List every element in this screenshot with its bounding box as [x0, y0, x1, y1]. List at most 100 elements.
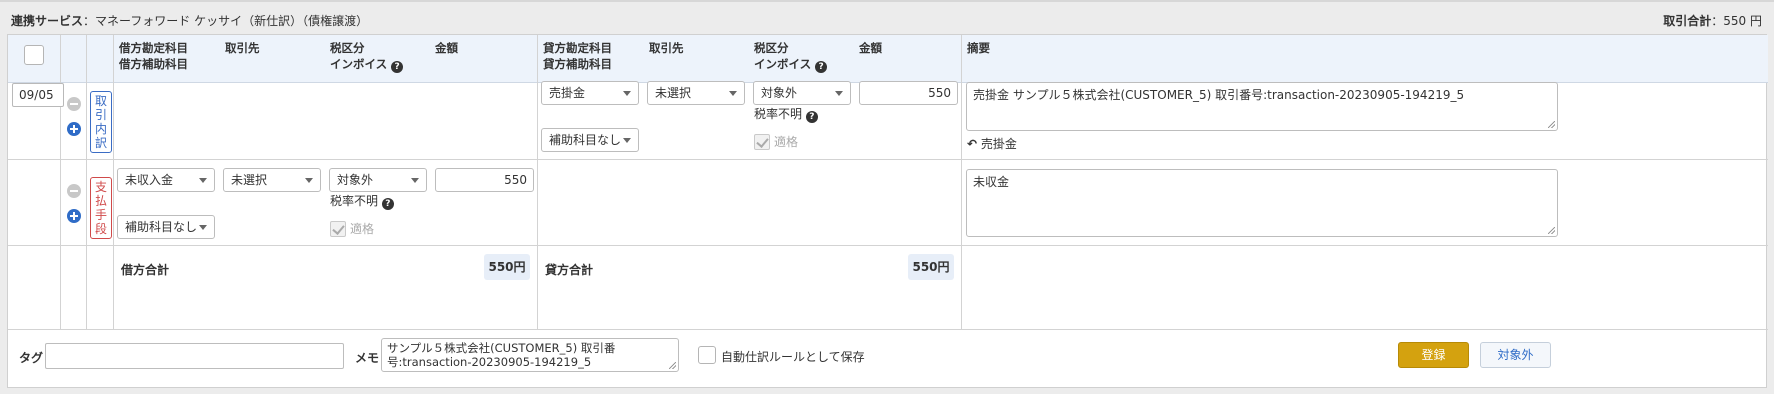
resize-grip-icon[interactable]: [669, 362, 676, 369]
debit-partner-select[interactable]: 未選択: [223, 168, 321, 192]
help-icon[interactable]: ?: [815, 61, 828, 73]
debit-total-value: 550円: [484, 254, 530, 280]
credit-tax-value: 対象外: [761, 86, 798, 100]
column-header: [8, 35, 1768, 83]
date-input[interactable]: 09/05: [12, 83, 64, 107]
divider-badge: [113, 83, 114, 329]
remove-row-icon[interactable]: [67, 184, 81, 198]
memo-label: メモ: [355, 351, 380, 365]
credit-partner-value: 未選択: [655, 86, 692, 100]
chevron-down-icon: [835, 91, 843, 96]
row-type-badge-payment: 支払手段: [90, 177, 112, 239]
credit-account-select[interactable]: 売掛金: [541, 81, 639, 105]
chevron-down-icon: [199, 225, 207, 230]
credit-tax-select[interactable]: 対象外: [753, 81, 851, 105]
header-credit-account: 貸方勘定科目 貸方補助科目: [543, 40, 612, 72]
debit-partner-value: 未選択: [231, 173, 268, 187]
divider-credit-summary: [961, 35, 962, 329]
qualified-checkbox[interactable]: [330, 221, 346, 237]
summary-text: 未収金: [973, 175, 1010, 189]
header-summary: 摘要: [967, 41, 990, 55]
entry-card: 借方勘定科目 借方補助科目 取引先 税区分 インボイス ? 金額 貸方勘定科目 …: [7, 34, 1768, 389]
debit-amount-input[interactable]: 550: [435, 168, 534, 192]
debit-account-select[interactable]: 未収入金: [117, 168, 215, 192]
add-row-icon[interactable]: [67, 122, 81, 136]
journal-entry-panel: 連携サービス：マネーフォワード ケッサイ（新仕訳）（債権譲渡） 取引合計：550…: [0, 0, 1774, 394]
header-credit-tax-label: 税区分: [754, 41, 789, 55]
entry-footer: タグ メモ サンプル５株式会社(CUSTOMER_5) 取引番号:transac…: [8, 329, 1768, 389]
header-credit-account-label: 貸方勘定科目: [543, 41, 612, 55]
credit-amount-input[interactable]: 550: [859, 81, 958, 105]
credit-sub-account-select[interactable]: 補助科目なし: [541, 128, 639, 152]
header-debit-amount: 金額: [435, 41, 458, 55]
qualified-checkbox[interactable]: [754, 134, 770, 150]
qualified-label: 適格: [774, 135, 799, 149]
credit-qualified-invoice: 適格: [754, 133, 798, 150]
debit-total-label: 借方合計: [121, 263, 170, 277]
credit-sub-account-value: 補助科目なし: [549, 133, 622, 147]
summary-textarea[interactable]: 未収金: [966, 169, 1558, 237]
register-button[interactable]: 登録: [1398, 342, 1469, 368]
header-credit-sub-account-label: 貸方補助科目: [543, 57, 612, 71]
header-credit-amount: 金額: [859, 41, 882, 55]
chevron-down-icon: [199, 178, 207, 183]
remove-row-icon[interactable]: [67, 97, 81, 111]
qualified-label: 適格: [350, 222, 375, 236]
row-divider-1: [8, 159, 1768, 160]
header-debit-invoice-label: インボイス: [330, 57, 388, 71]
select-all-checkbox[interactable]: [24, 45, 44, 65]
help-icon[interactable]: ?: [381, 198, 394, 210]
header-debit-tax: 税区分 インボイス ?: [330, 40, 404, 73]
revert-summary-link[interactable]: ↶ 売掛金: [967, 135, 1017, 152]
divider-date: [60, 35, 61, 329]
debit-account-value: 未収入金: [125, 173, 174, 187]
chevron-down-icon: [623, 138, 631, 143]
credit-tax-rate-note: 税率不明 ?: [754, 105, 818, 123]
header-credit-invoice-label: インボイス: [754, 57, 812, 71]
header-debit-tax-label: 税区分: [330, 41, 365, 55]
header-credit-tax: 税区分 インボイス ?: [754, 40, 828, 73]
tag-input[interactable]: [45, 343, 344, 369]
chevron-down-icon: [623, 91, 631, 96]
credit-partner-select[interactable]: 未選択: [647, 81, 745, 105]
chevron-down-icon: [305, 178, 313, 183]
chevron-down-icon: [411, 178, 419, 183]
row-divider-2: [8, 245, 1768, 246]
summary-textarea[interactable]: 売掛金 サンプル５株式会社(CUSTOMER_5) 取引番号:transacti…: [966, 82, 1558, 131]
service-info: 連携サービス：マネーフォワード ケッサイ（新仕訳）（債権譲渡）: [11, 12, 368, 29]
credit-tax-rate-note-label: 税率不明: [754, 107, 803, 121]
divider-action: [86, 35, 87, 329]
header-credit-partner: 取引先: [649, 41, 684, 55]
memo-textarea[interactable]: サンプル５株式会社(CUSTOMER_5) 取引番号:transaction-2…: [381, 338, 679, 372]
debit-qualified-invoice: 適格: [330, 220, 374, 237]
resize-grip-icon[interactable]: [1548, 227, 1555, 234]
transaction-total: 取引合計：550 円: [1663, 12, 1762, 29]
debit-tax-rate-note: 税率不明 ?: [330, 192, 394, 210]
transaction-total-label: 取引合計: [1663, 14, 1712, 28]
entry-grid: 借方勘定科目 借方補助科目 取引先 税区分 インボイス ? 金額 貸方勘定科目 …: [8, 35, 1768, 329]
debit-tax-select[interactable]: 対象外: [329, 168, 427, 192]
add-row-icon[interactable]: [67, 209, 81, 223]
memo-text: サンプル５株式会社(CUSTOMER_5) 取引番号:transaction-2…: [387, 341, 616, 369]
divider-badge-header: [113, 35, 114, 83]
header-debit-account: 借方勘定科目 借方補助科目: [119, 40, 188, 72]
credit-total-value: 550円: [908, 254, 954, 280]
debit-sub-account-select[interactable]: 補助科目なし: [117, 215, 215, 239]
divider-debit-credit: [537, 35, 538, 329]
revert-summary-label: 売掛金: [980, 137, 1017, 151]
exclude-button[interactable]: 対象外: [1480, 342, 1551, 368]
header-debit-sub-account-label: 借方補助科目: [119, 57, 188, 71]
service-value: ：マネーフォワード ケッサイ（新仕訳）（債権譲渡）: [83, 14, 369, 28]
header-debit-account-label: 借方勘定科目: [119, 41, 188, 55]
help-icon[interactable]: ?: [391, 61, 404, 73]
help-icon[interactable]: ?: [805, 111, 818, 123]
credit-total-label: 貸方合計: [545, 263, 594, 277]
resize-grip-icon[interactable]: [1548, 121, 1555, 128]
service-label: 連携サービス: [11, 14, 84, 28]
tag-label: タグ: [19, 351, 44, 365]
summary-text: 売掛金 サンプル５株式会社(CUSTOMER_5) 取引番号:transacti…: [973, 88, 1465, 102]
undo-icon: ↶: [967, 137, 978, 151]
chevron-down-icon: [729, 91, 737, 96]
debit-tax-rate-note-label: 税率不明: [330, 194, 379, 208]
auto-rule-checkbox[interactable]: [698, 346, 716, 364]
